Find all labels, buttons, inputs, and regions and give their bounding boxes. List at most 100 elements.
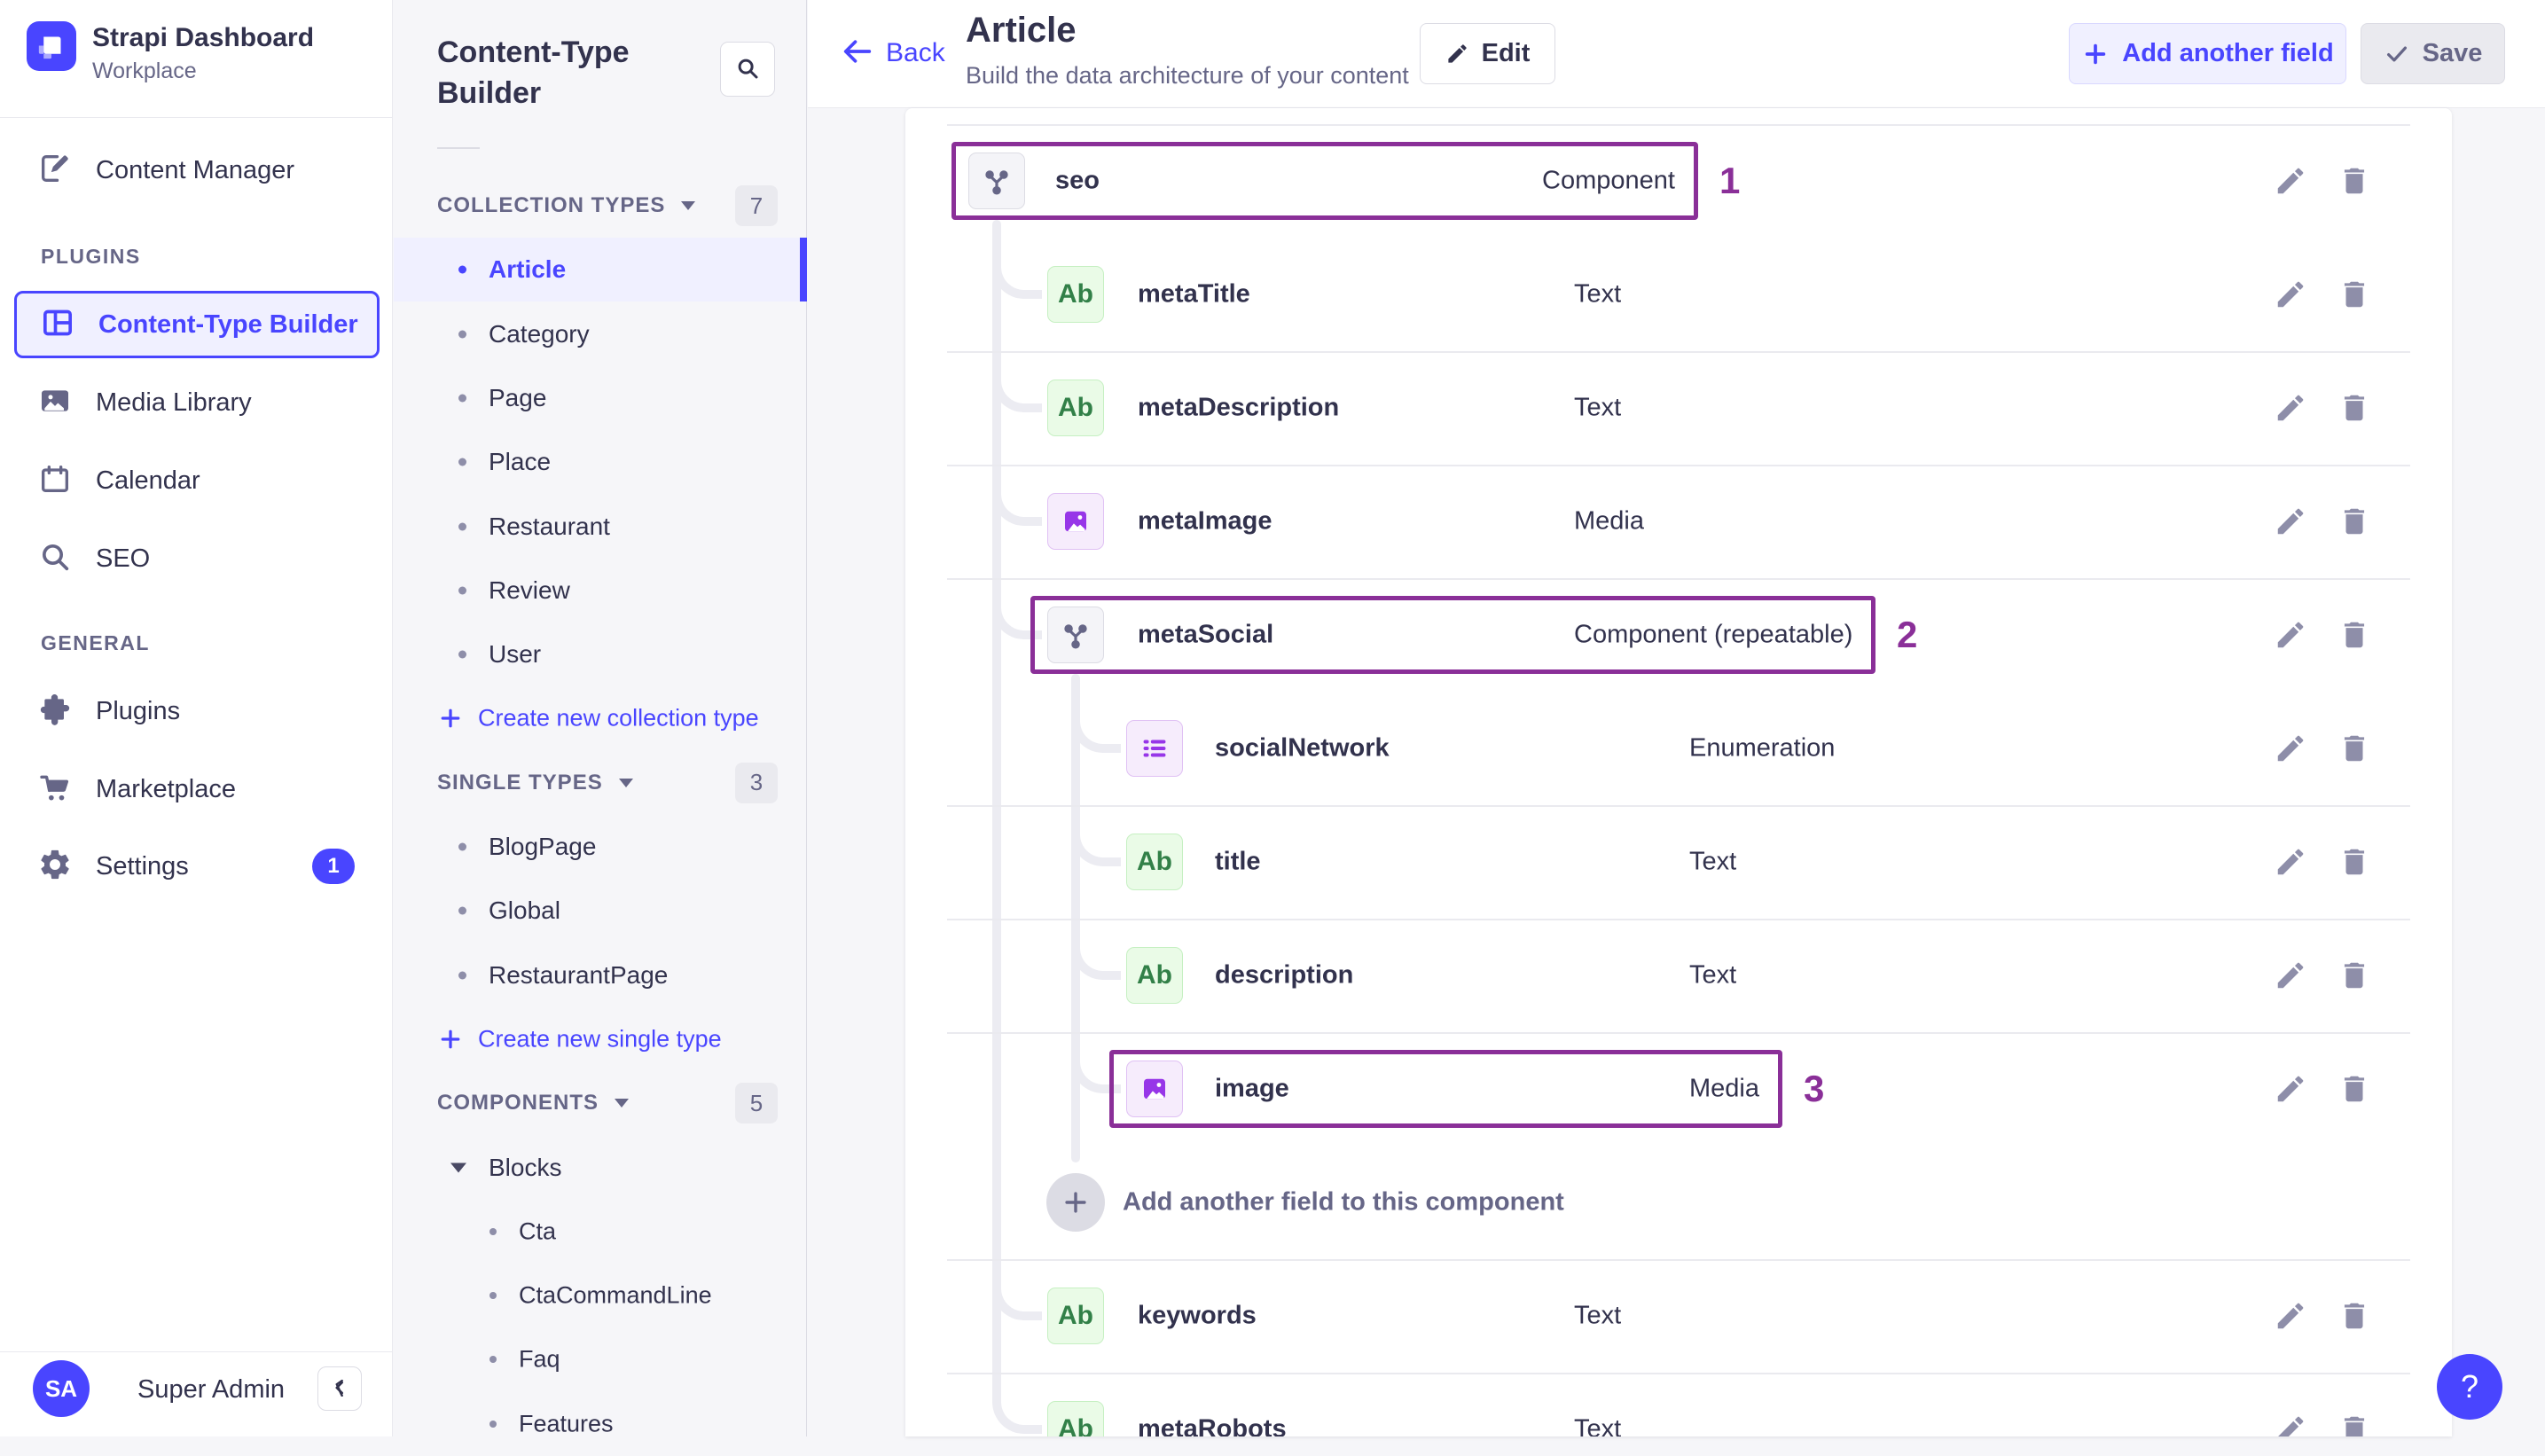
- add-field-to-component-label: Add another field to this component: [1123, 1187, 1564, 1217]
- field-type: Enumeration: [1689, 733, 1836, 763]
- subnav-item-article[interactable]: Article: [394, 238, 807, 302]
- field-type: Text: [1574, 393, 1622, 422]
- bullet-icon: [458, 906, 466, 915]
- sidebar-item-plugins[interactable]: Plugins: [14, 677, 380, 745]
- delete-field-button[interactable]: [2335, 502, 2374, 541]
- subnav-item-user[interactable]: User: [394, 622, 806, 686]
- delete-field-button[interactable]: [2335, 842, 2374, 881]
- subnav-item-cta[interactable]: Cta: [394, 1200, 806, 1264]
- sidebar-item-content-type-builder[interactable]: Content-Type Builder: [14, 291, 380, 358]
- edit-label: Edit: [1481, 39, 1531, 67]
- arrow-left-icon: [840, 34, 875, 72]
- sidebar-item-label: Media Library: [96, 387, 252, 417]
- strapi-logo-icon: [27, 21, 76, 71]
- fields-table: seo Component Ab metaTitle Text Ab metaDescrip…: [905, 108, 2452, 1436]
- delete-field-button[interactable]: [2335, 275, 2374, 314]
- subnav-item-global[interactable]: Global: [394, 879, 806, 943]
- delete-field-button[interactable]: [2335, 1296, 2374, 1335]
- page-subtitle: Build the data architecture of your cont…: [966, 62, 1409, 89]
- bullet-icon: [458, 522, 466, 530]
- delete-field-button[interactable]: [2335, 729, 2374, 768]
- sidebar-item-content-manager[interactable]: Content Manager: [14, 137, 380, 204]
- add-another-field-button[interactable]: Add another field: [2069, 23, 2346, 84]
- create-label: Create new single type: [478, 1025, 722, 1053]
- delete-field-button[interactable]: [2335, 956, 2374, 995]
- section-header-single-types[interactable]: SINGLE TYPES 3: [394, 751, 806, 815]
- subnav-item-label: Category: [489, 319, 590, 348]
- create-new-single-type[interactable]: Create new single type: [394, 1007, 806, 1071]
- subnav-item-place[interactable]: Place: [394, 430, 806, 494]
- bullet-icon: [458, 650, 466, 659]
- field-type: Media: [1574, 506, 1644, 536]
- create-new-collection-type[interactable]: Create new collection type: [394, 686, 806, 750]
- content-type-builder-sidebar: Content-Type Builder COLLECTION TYPES 7 Ar…: [394, 0, 807, 1436]
- sidebar-item-calendar[interactable]: Calendar: [14, 447, 380, 514]
- edit-field-button[interactable]: [2271, 729, 2310, 768]
- component-category-blocks[interactable]: Blocks: [394, 1136, 806, 1200]
- sidebar-item-label: Settings: [96, 851, 189, 881]
- bullet-icon: [458, 394, 466, 403]
- image-icon: [37, 383, 73, 423]
- section-header-collection-types[interactable]: COLLECTION TYPES 7: [394, 174, 806, 238]
- annotation-box-3: [1109, 1050, 1782, 1128]
- delete-field-button[interactable]: [2335, 1410, 2374, 1436]
- field-name: keywords: [1138, 1301, 1257, 1330]
- field-type: Text: [1574, 1301, 1622, 1330]
- text-field-icon: Ab: [1126, 834, 1183, 890]
- subnav-item-review[interactable]: Review: [394, 559, 806, 622]
- delete-field-button[interactable]: [2335, 615, 2374, 654]
- subnav-item-page[interactable]: Page: [394, 366, 806, 430]
- layout-grid-icon: [40, 305, 75, 345]
- delete-field-button[interactable]: [2335, 161, 2374, 200]
- save-button[interactable]: Save: [2361, 23, 2505, 84]
- help-button[interactable]: ?: [2437, 1354, 2502, 1420]
- field-type: Text: [1574, 279, 1622, 309]
- back-button[interactable]: Back: [840, 34, 945, 72]
- active-indicator: [800, 238, 807, 302]
- bullet-icon: [489, 1420, 497, 1428]
- section-header-label: COLLECTION TYPES: [437, 193, 666, 217]
- subnav-item-ctacommandline[interactable]: CtaCommandLine: [394, 1264, 806, 1327]
- edit-button[interactable]: Edit: [1420, 23, 1555, 84]
- field-row-keywords: Ab keywords Text: [905, 1259, 2452, 1373]
- section-header-components[interactable]: COMPONENTS 5: [394, 1071, 806, 1135]
- edit-field-button[interactable]: [2271, 275, 2310, 314]
- bullet-icon: [458, 330, 466, 339]
- annotation-box-1: [951, 142, 1698, 220]
- sidebar-item-seo[interactable]: SEO: [14, 525, 380, 592]
- delete-field-button[interactable]: [2335, 1069, 2374, 1108]
- edit-field-button[interactable]: [2271, 842, 2310, 881]
- delete-field-button[interactable]: [2335, 388, 2374, 427]
- collapse-sidebar-button[interactable]: [317, 1366, 362, 1411]
- sidebar-item-media-library[interactable]: Media Library: [14, 369, 380, 436]
- edit-field-button[interactable]: [2271, 615, 2310, 654]
- plus-icon: [1061, 1187, 1091, 1217]
- subnav-item-restaurantpage[interactable]: RestaurantPage: [394, 943, 806, 1007]
- avatar: SA: [33, 1360, 90, 1417]
- pen-icon: [37, 151, 73, 191]
- add-field-to-component-button[interactable]: [1046, 1173, 1105, 1232]
- edit-field-button[interactable]: [2271, 502, 2310, 541]
- subnav-item-restaurant[interactable]: Restaurant: [394, 495, 806, 559]
- chevron-down-icon: [615, 1099, 629, 1108]
- subnav-item-faq[interactable]: Faq: [394, 1327, 806, 1391]
- edit-field-button[interactable]: [2271, 1069, 2310, 1108]
- subnav-item-category[interactable]: Category: [394, 302, 806, 366]
- subnav-item-features[interactable]: Features: [394, 1392, 806, 1456]
- edit-field-button[interactable]: [2271, 1410, 2310, 1436]
- edit-field-button[interactable]: [2271, 956, 2310, 995]
- edit-field-button[interactable]: [2271, 161, 2310, 200]
- create-label: Create new collection type: [478, 704, 759, 732]
- section-header-label: COMPONENTS: [437, 1091, 599, 1115]
- bullet-icon: [458, 971, 466, 980]
- media-field-icon: [1047, 493, 1104, 550]
- subnav-item-blogpage[interactable]: BlogPage: [394, 815, 806, 879]
- sidebar-item-marketplace[interactable]: Marketplace: [14, 755, 380, 823]
- edit-field-button[interactable]: [2271, 1296, 2310, 1335]
- annotation-box-2: [1030, 596, 1875, 674]
- general-section-header: GENERAL: [41, 631, 150, 654]
- text-field-icon: Ab: [1047, 266, 1104, 323]
- edit-field-button[interactable]: [2271, 388, 2310, 427]
- field-name: metaImage: [1138, 506, 1272, 536]
- field-type: Text: [1574, 1414, 1622, 1437]
